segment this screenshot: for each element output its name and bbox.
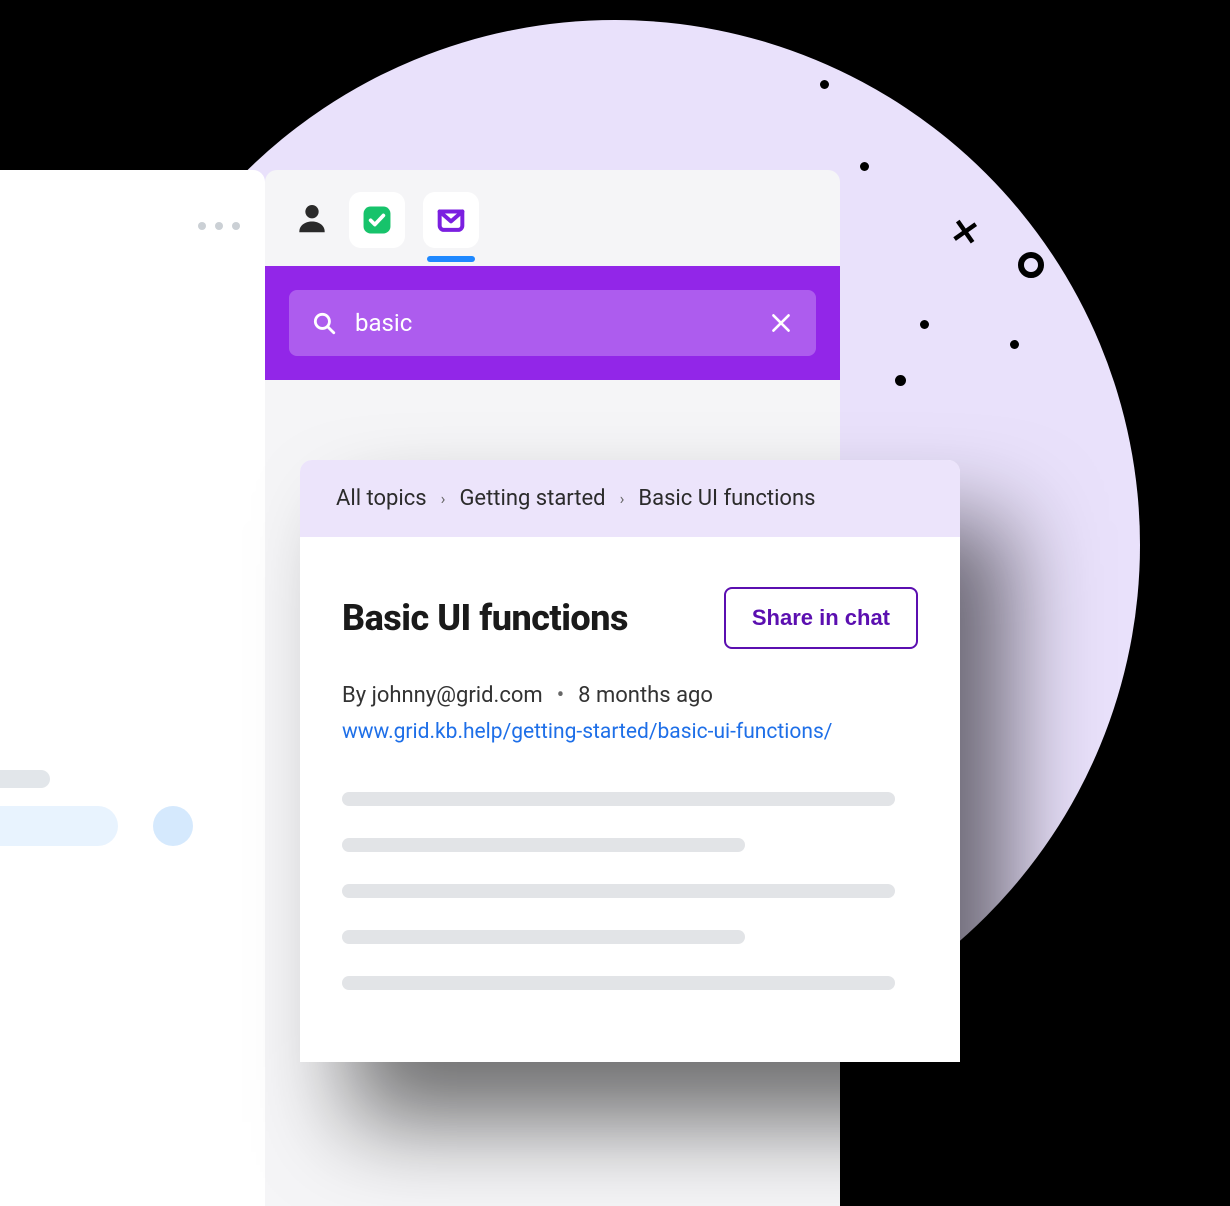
search-input-value: basic bbox=[355, 309, 750, 337]
decorative-dot bbox=[895, 375, 906, 386]
decorative-dot bbox=[920, 320, 929, 329]
decorative-dot bbox=[990, 155, 999, 164]
decorative-ring-icon bbox=[1018, 252, 1044, 278]
inbox-app-icon[interactable] bbox=[423, 192, 479, 248]
decorative-dot bbox=[900, 65, 909, 74]
decorative-plus-icon: ✕ bbox=[948, 216, 983, 251]
separator-dot-icon: • bbox=[557, 683, 564, 708]
share-in-chat-button[interactable]: Share in chat bbox=[724, 587, 918, 649]
chevron-right-icon: › bbox=[441, 489, 446, 508]
breadcrumb-item[interactable]: Basic UI functions bbox=[638, 486, 815, 511]
checklist-app-icon[interactable] bbox=[349, 192, 405, 248]
breadcrumb-item[interactable]: All topics bbox=[336, 486, 427, 511]
article-title: Basic UI functions bbox=[342, 597, 628, 639]
content-placeholder bbox=[342, 792, 918, 990]
article-card: All topics › Getting started › Basic UI … bbox=[300, 460, 960, 1062]
breadcrumb: All topics › Getting started › Basic UI … bbox=[300, 460, 960, 537]
app-toolbar bbox=[265, 170, 840, 266]
search-input[interactable]: basic bbox=[289, 290, 816, 356]
chevron-right-icon: › bbox=[620, 489, 625, 508]
person-icon[interactable] bbox=[293, 199, 331, 241]
breadcrumb-item[interactable]: Getting started bbox=[459, 486, 605, 511]
ellipsis-icon bbox=[198, 222, 240, 230]
decorative-dot bbox=[820, 80, 829, 89]
decorative-dot bbox=[860, 162, 869, 171]
background-panel bbox=[0, 170, 265, 1206]
article-url-link[interactable]: www.grid.kb.help/getting-started/basic-u… bbox=[342, 720, 918, 744]
search-icon bbox=[311, 310, 337, 336]
decorative-dot bbox=[1010, 340, 1019, 349]
article-meta: By johnny@grid.com • 8 months ago bbox=[342, 683, 918, 708]
article-age: 8 months ago bbox=[578, 683, 713, 708]
clear-search-icon[interactable] bbox=[768, 310, 794, 336]
background-nav-stub bbox=[0, 770, 193, 846]
search-bar: basic bbox=[265, 266, 840, 380]
author-label: By johnny@grid.com bbox=[342, 683, 543, 708]
